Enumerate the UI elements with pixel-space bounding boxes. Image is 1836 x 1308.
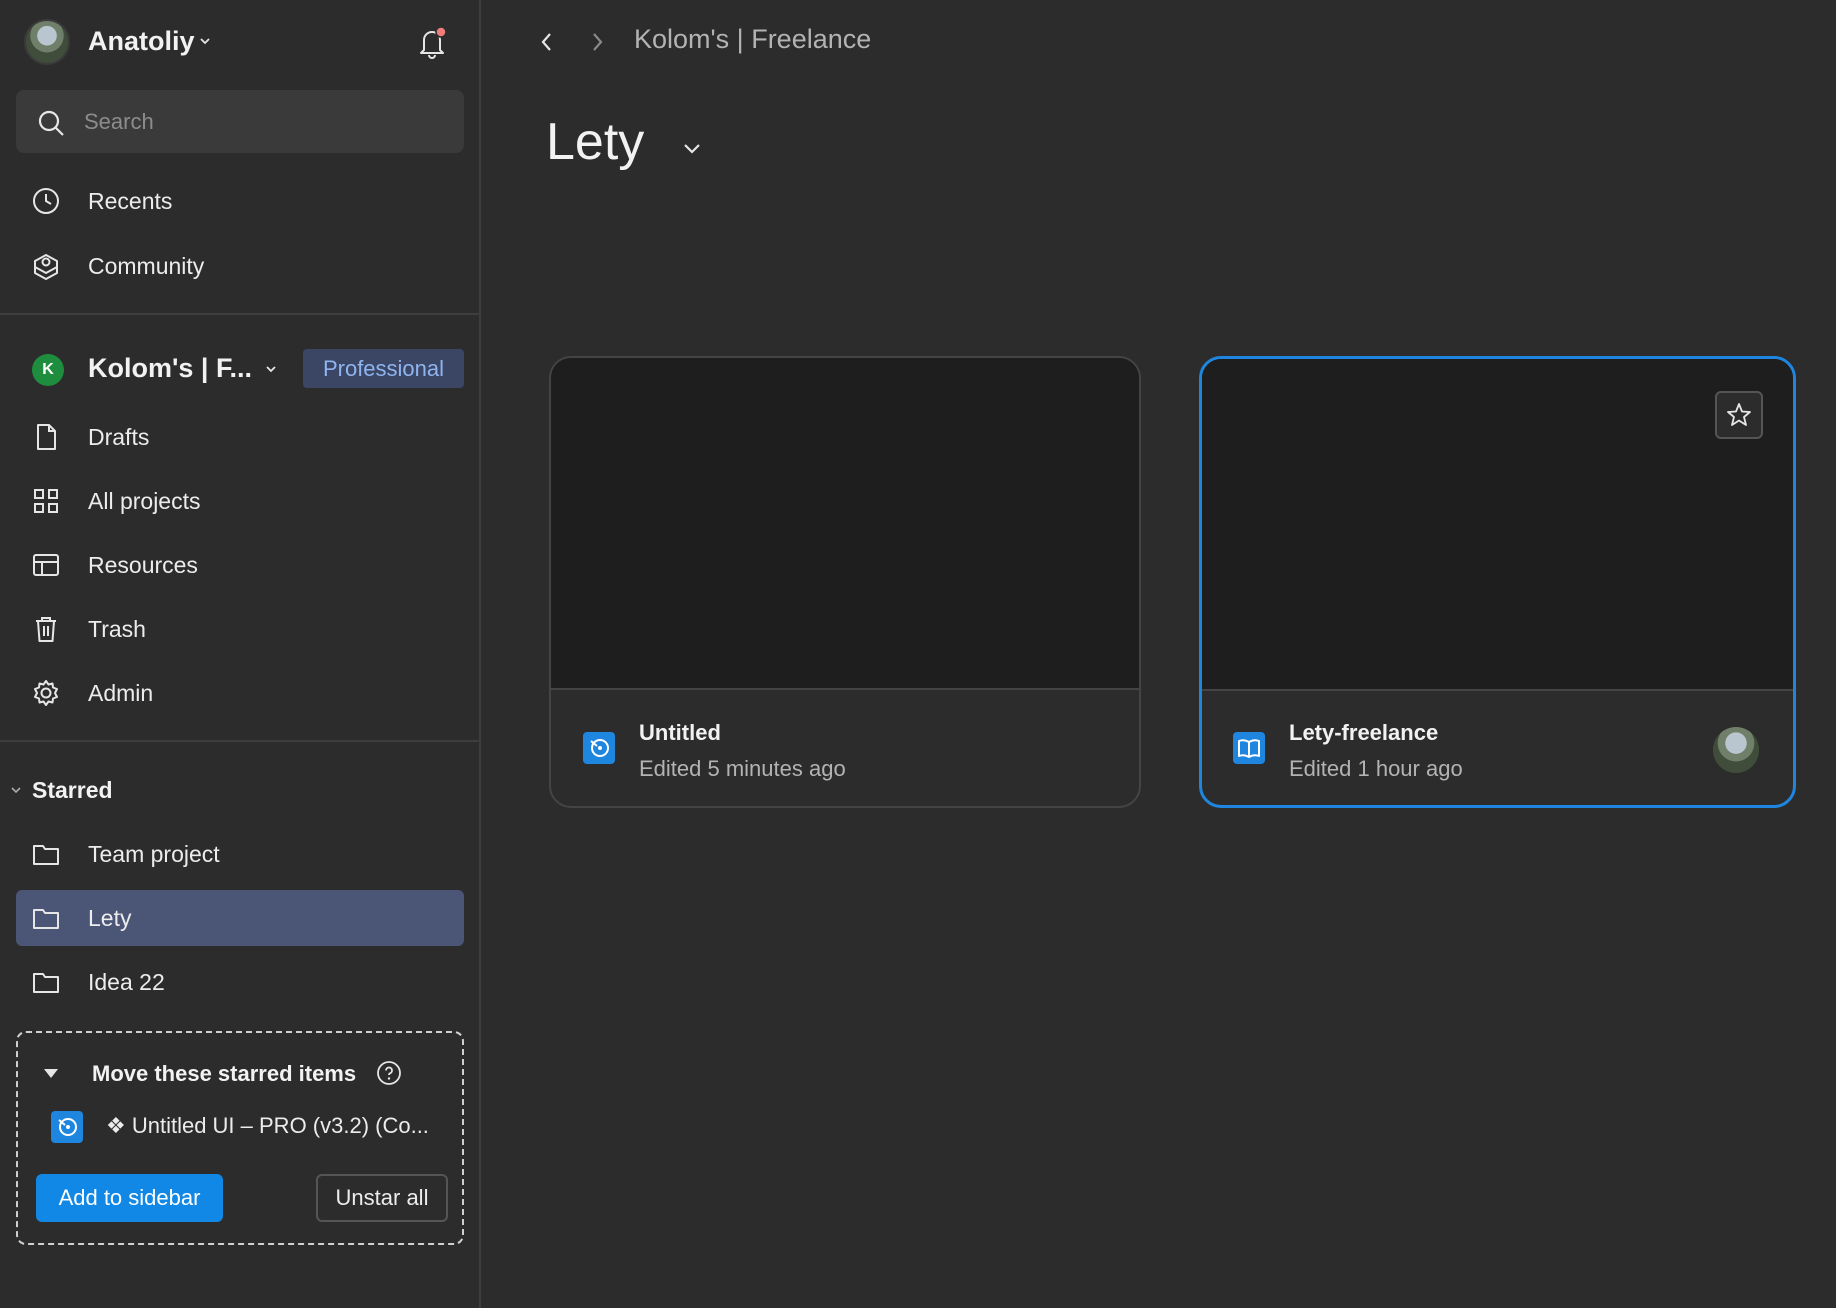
main-content: Kolom's | Freelance Lety Untitled Edited… (483, 0, 1836, 1308)
unstar-all-button[interactable]: Unstar all (316, 1174, 448, 1222)
design-file-icon (583, 732, 615, 764)
grid-icon (34, 489, 58, 513)
folder-icon (33, 909, 59, 929)
gear-icon (34, 680, 58, 706)
back-arrow-icon[interactable] (533, 28, 561, 56)
sidebar-item-team-project[interactable]: Team project (16, 826, 464, 882)
chevron-down-icon[interactable] (10, 784, 22, 796)
move-panel-title: Move these starred items (92, 1061, 357, 1086)
file-card-lety-freelance[interactable]: Lety-freelance Edited 1 hour ago (1199, 356, 1796, 808)
chevron-down-icon[interactable] (680, 136, 704, 160)
sidebar-item-label: Admin (88, 680, 154, 706)
folder-icon (33, 973, 59, 993)
divider (0, 740, 479, 742)
community-icon (34, 254, 58, 280)
file-edited-time: Edited 5 minutes ago (639, 756, 846, 781)
move-starred-panel: Move these starred items ❖ Untitled UI –… (16, 1031, 464, 1245)
file-thumbnail[interactable] (551, 358, 1139, 690)
page-title[interactable]: Lety (546, 112, 644, 172)
starred-section-title[interactable]: Starred (32, 777, 113, 804)
clock-icon (33, 188, 59, 214)
sidebar-item-resources[interactable]: Resources (16, 537, 464, 593)
user-menu[interactable]: Anatoliy (0, 0, 479, 84)
file-icon (37, 424, 56, 450)
folder-icon (33, 845, 59, 865)
team-name[interactable]: Kolom's | F... (88, 353, 252, 384)
file-name: Untitled (639, 720, 721, 745)
sidebar-item-label: Recents (88, 188, 173, 214)
sidebar-item-trash[interactable]: Trash (16, 601, 464, 657)
star-button[interactable] (1715, 391, 1763, 439)
team-avatar[interactable]: K (32, 354, 64, 386)
sidebar-item-label: Drafts (88, 424, 150, 450)
library-file-icon (1233, 732, 1265, 764)
sidebar-item-label: Resources (88, 552, 198, 578)
forward-arrow-icon[interactable] (583, 28, 611, 56)
owner-avatar[interactable] (1713, 727, 1759, 773)
sidebar-item-lety[interactable]: Lety (16, 890, 464, 946)
file-card-untitled[interactable]: Untitled Edited 5 minutes ago (549, 356, 1141, 808)
sidebar-item-label: Community (88, 253, 205, 279)
search-input[interactable] (84, 104, 444, 140)
sidebar-item-all-projects[interactable]: All projects (16, 473, 464, 529)
sidebar-item-admin[interactable]: Admin (16, 665, 464, 721)
chevron-down-icon[interactable] (198, 34, 212, 48)
user-avatar[interactable] (24, 19, 70, 65)
user-name[interactable]: Anatoliy (88, 26, 195, 57)
sidebar: Anatoliy Recents Community K Kolom's | F… (0, 0, 481, 1308)
search-icon (38, 110, 64, 136)
sidebar-item-label: Trash (88, 616, 146, 642)
help-icon[interactable] (376, 1060, 402, 1086)
design-file-icon (51, 1111, 83, 1143)
notification-bell-icon[interactable] (416, 24, 448, 60)
trash-icon (36, 617, 56, 642)
file-thumbnail[interactable] (1202, 359, 1793, 691)
sidebar-item-community[interactable]: Community (16, 238, 464, 294)
sidebar-item-label: Lety (88, 905, 132, 931)
breadcrumb[interactable]: Kolom's | Freelance (634, 24, 871, 55)
sidebar-item-label: All projects (88, 488, 201, 514)
star-icon (1727, 403, 1751, 426)
sidebar-item-recents[interactable]: Recents (16, 173, 464, 229)
sidebar-item-idea-22[interactable]: Idea 22 (16, 954, 464, 1010)
chevron-down-icon[interactable] (264, 362, 278, 376)
sidebar-item-label: Team project (88, 841, 220, 867)
file-edited-time: Edited 1 hour ago (1289, 756, 1463, 781)
layout-icon (33, 554, 59, 576)
sidebar-item-label: Idea 22 (88, 969, 165, 995)
divider (0, 313, 479, 315)
caret-down-icon[interactable] (44, 1069, 58, 1078)
plan-badge[interactable]: Professional (303, 349, 464, 388)
file-name: Lety-freelance (1289, 720, 1439, 745)
sidebar-item-drafts[interactable]: Drafts (16, 409, 464, 465)
starred-file-name[interactable]: ❖ Untitled UI – PRO (v3.2) (Co... (106, 1113, 446, 1139)
add-to-sidebar-button[interactable]: Add to sidebar (36, 1174, 223, 1222)
